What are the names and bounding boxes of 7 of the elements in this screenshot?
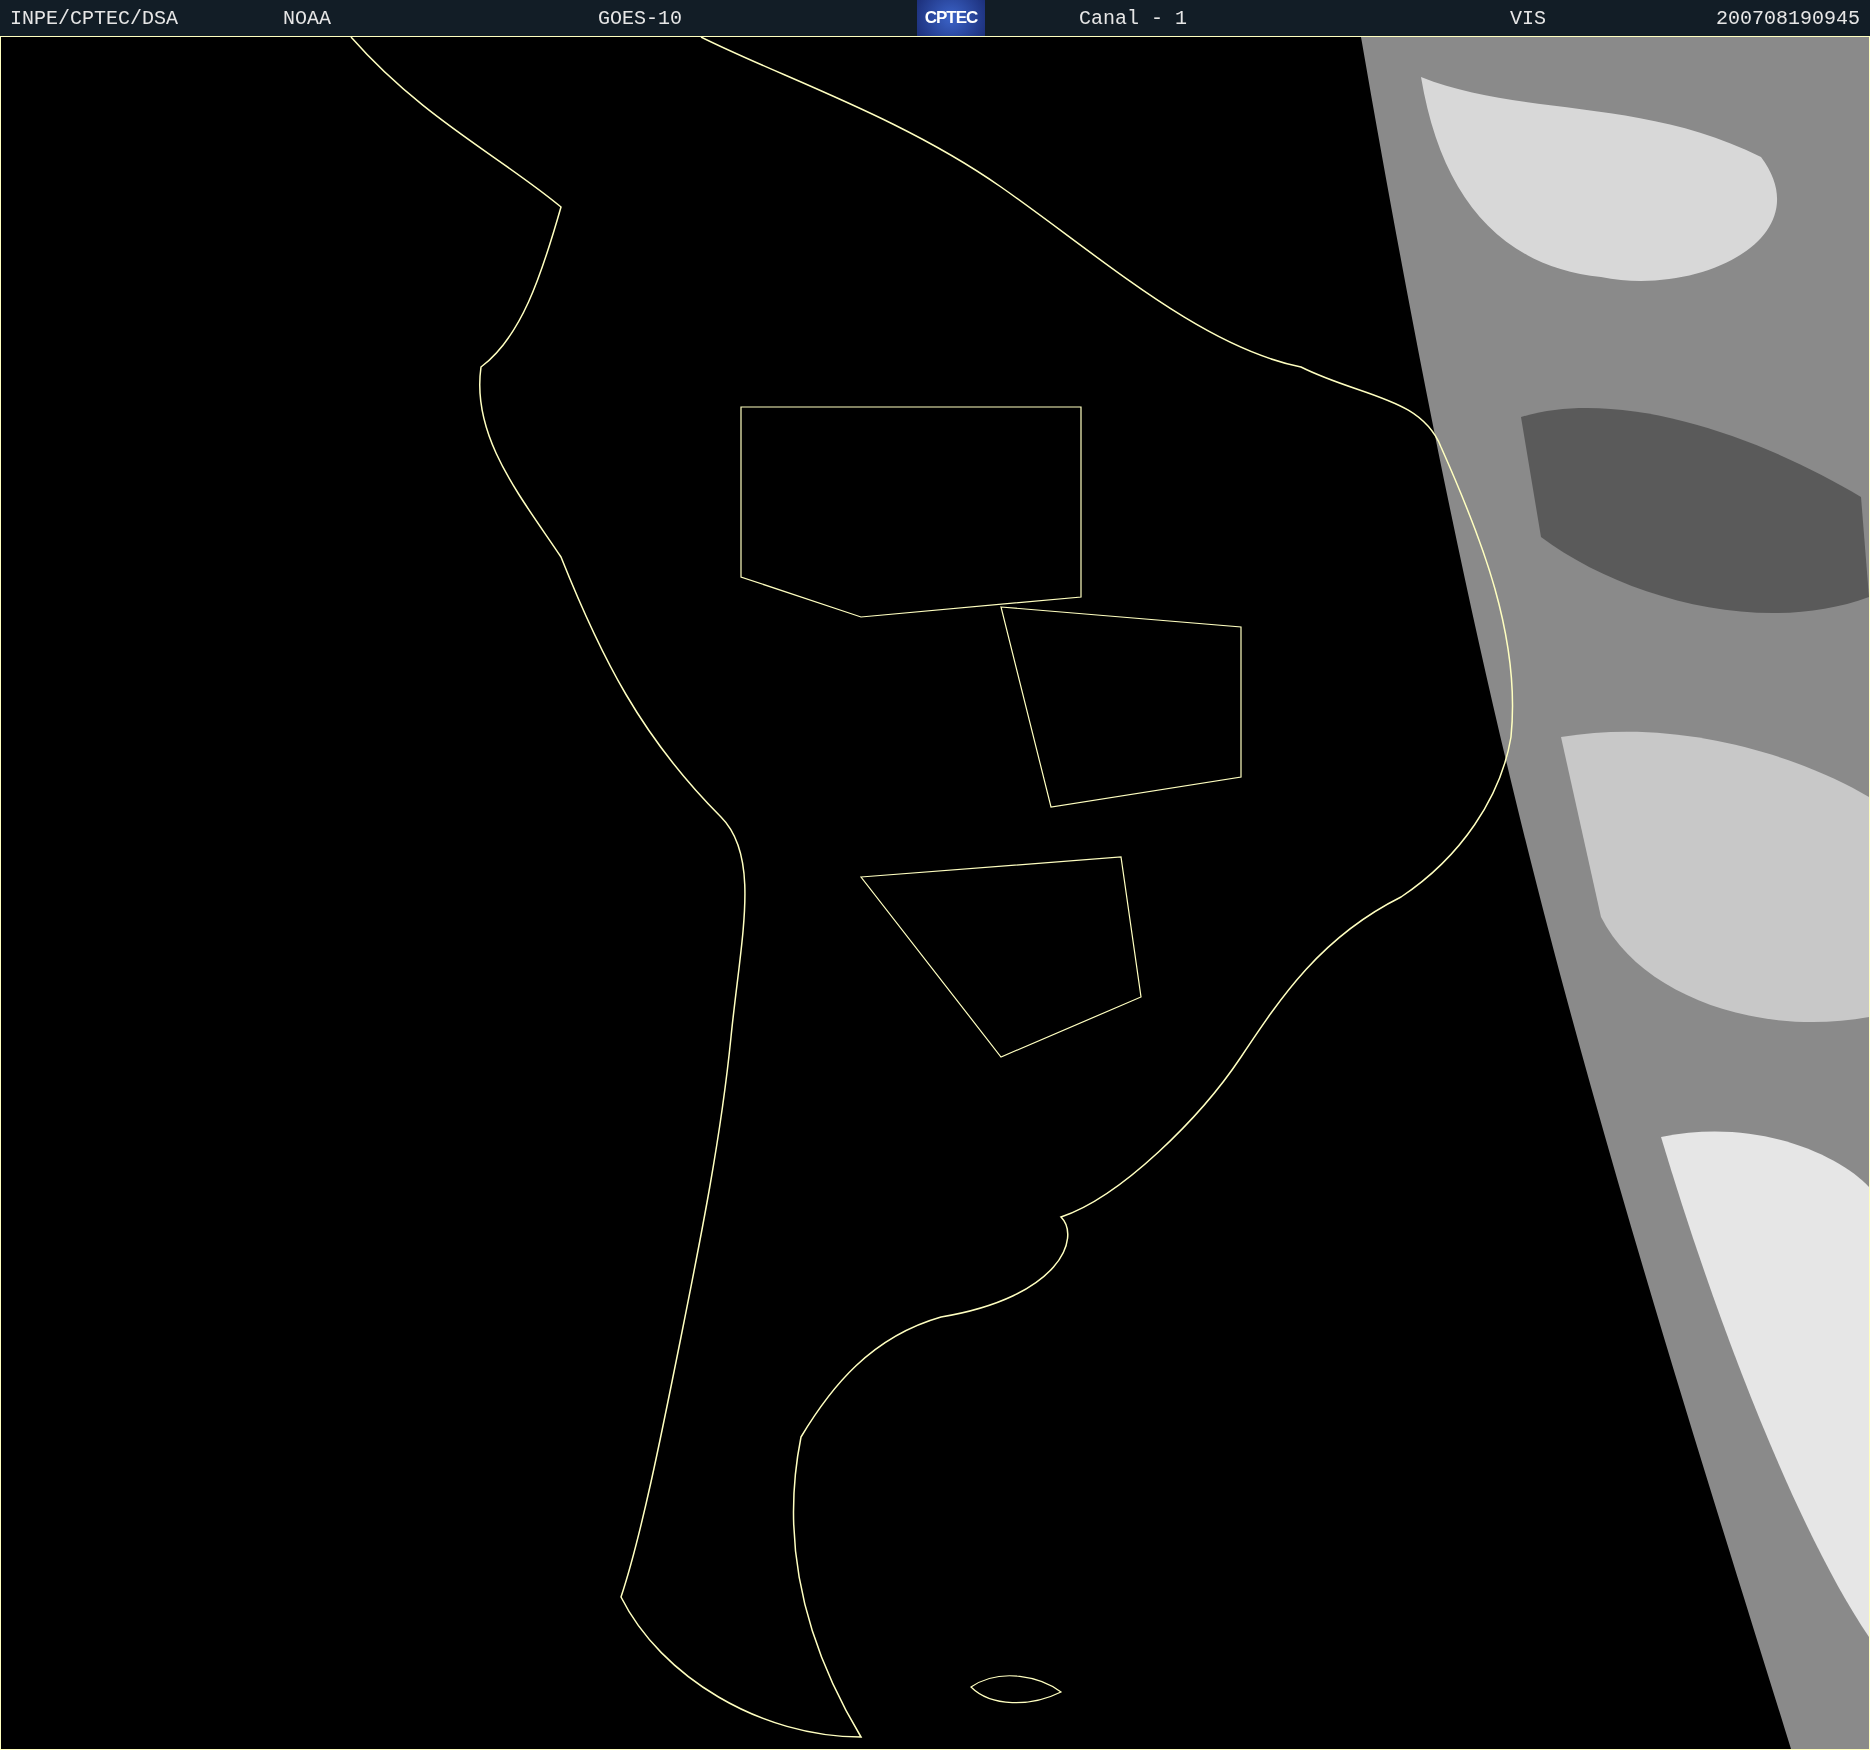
channel-label: Canal - 1 (1079, 7, 1188, 30)
source-label: INPE/CPTEC/DSA (10, 7, 179, 30)
agency-label: NOAA (283, 7, 331, 30)
logo: CPTEC (917, 0, 985, 36)
timestamp-label: 200708190945 (1715, 7, 1860, 30)
satellite-label: GOES-10 (598, 7, 682, 30)
band-label: VIS (1510, 7, 1546, 30)
